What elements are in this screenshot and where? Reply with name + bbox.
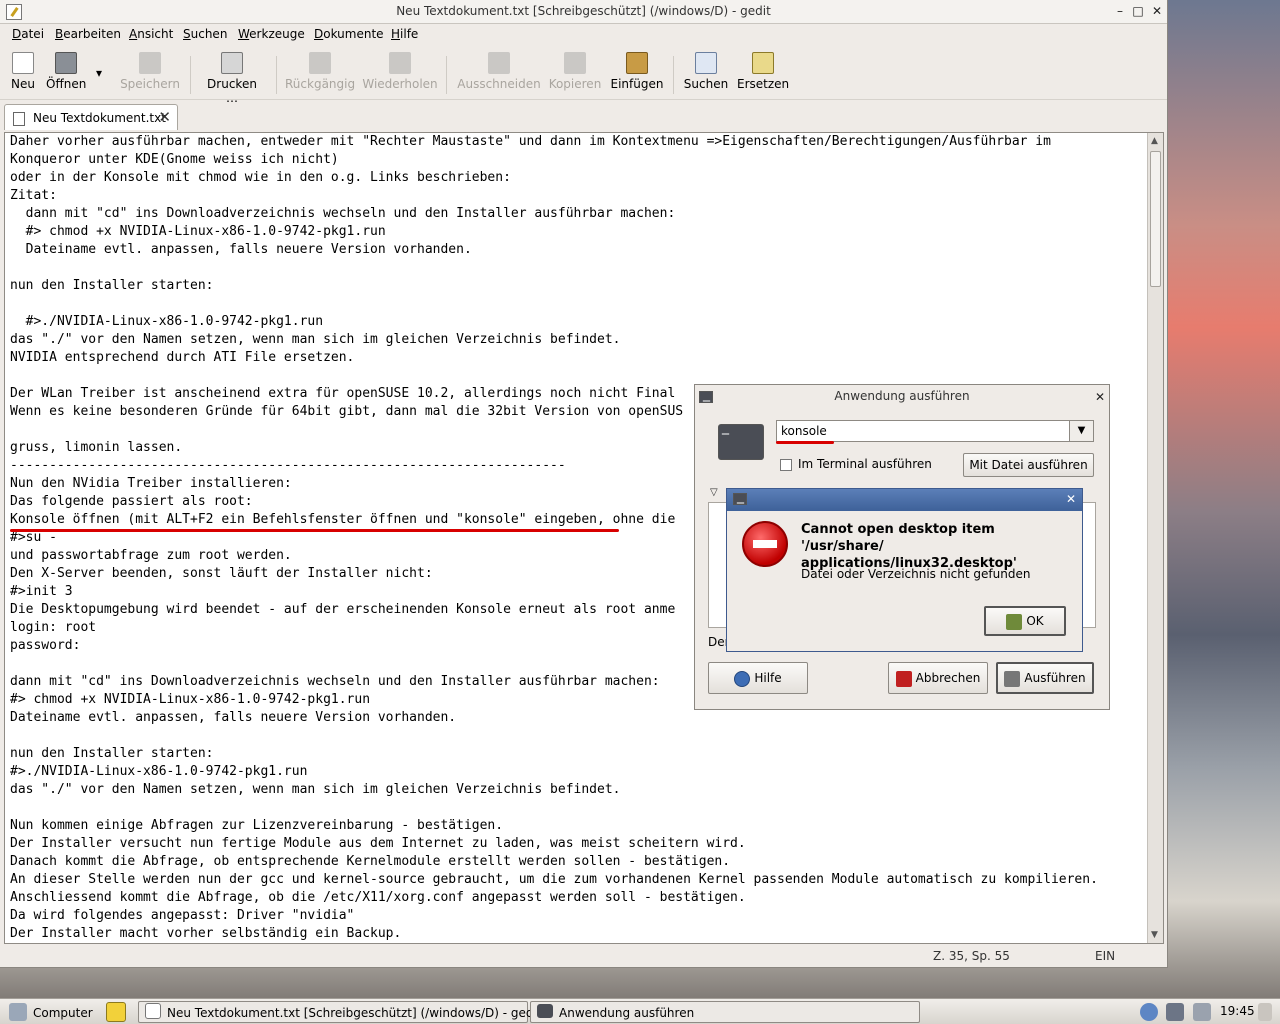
terminal-monitor-icon xyxy=(718,419,764,460)
tab-close-icon[interactable]: ✕ xyxy=(158,108,171,126)
notes-launcher-icon[interactable] xyxy=(106,1002,126,1022)
error-dialog-close-icon[interactable]: ✕ xyxy=(1064,492,1078,506)
redo-icon xyxy=(389,52,411,74)
show-desktop-icon[interactable] xyxy=(1258,1003,1272,1021)
gedit-task-icon xyxy=(145,1003,161,1019)
toolbar-separator xyxy=(190,56,191,94)
cursor-position: Z. 35, Sp. 55 xyxy=(933,949,1010,963)
menu-ansicht[interactable]: Ansicht xyxy=(129,27,173,41)
run-gears-icon xyxy=(1004,670,1021,687)
cancel-x-icon xyxy=(895,670,912,687)
copy-button[interactable]: Kopieren xyxy=(548,52,602,91)
menu-bar: Datei Bearbeiten Ansicht Suchen Werkzeug… xyxy=(0,24,1167,46)
vertical-scrollbar[interactable]: ▲ ▼ xyxy=(1147,133,1163,943)
red-underline-annotation xyxy=(776,441,834,444)
print-button[interactable]: Drucken … xyxy=(200,52,264,105)
taskbar: Computer Neu Textdokument.txt [Schreibge… xyxy=(0,998,1280,1024)
error-dialog-titlebar[interactable]: ✕ xyxy=(727,488,1082,511)
find-replace-icon xyxy=(752,52,774,74)
combo-dropdown-icon[interactable]: ▼ xyxy=(1069,421,1093,441)
menu-hilfe[interactable]: Hilfe xyxy=(391,27,418,41)
search-icon xyxy=(695,52,717,74)
toolbar-separator xyxy=(673,56,674,94)
scroll-down-icon[interactable]: ▼ xyxy=(1151,930,1158,940)
insert-mode: EIN xyxy=(1095,949,1116,963)
ok-button[interactable]: OK xyxy=(984,606,1066,636)
terminal-checkbox[interactable] xyxy=(780,459,792,471)
toolbar-separator xyxy=(446,56,447,94)
tab-document[interactable]: Neu Textdokument.txt ✕ xyxy=(4,104,178,130)
network-globe-icon[interactable] xyxy=(1140,1003,1158,1021)
terminal-checkbox-label[interactable]: Im Terminal ausführen xyxy=(798,457,932,471)
title-bar[interactable]: Neu Textdokument.txt [Schreibgeschützt] … xyxy=(0,0,1167,24)
scrollbar-thumb[interactable] xyxy=(1150,151,1161,287)
toolbar-separator xyxy=(276,56,277,94)
taskbar-item-gedit[interactable]: Neu Textdokument.txt [Schreibgeschützt] … xyxy=(138,1001,542,1023)
error-heading: Cannot open desktop item '/usr/share/ ap… xyxy=(801,522,1017,571)
printer-icon xyxy=(221,52,243,74)
open-recent-dropdown-icon[interactable]: ▾ xyxy=(96,66,102,80)
network-status-icon[interactable] xyxy=(1166,1003,1184,1021)
cut-button[interactable]: Ausschneiden xyxy=(457,52,541,91)
folder-open-icon xyxy=(55,52,77,74)
run-button[interactable]: Ausführen xyxy=(996,662,1094,694)
command-input[interactable]: konsole xyxy=(781,424,827,438)
status-bar: Z. 35, Sp. 55 EIN xyxy=(0,946,1167,966)
replace-button[interactable]: Ersetzen xyxy=(737,52,789,91)
redo-button[interactable]: Wiederholen xyxy=(362,52,438,91)
undo-icon xyxy=(309,52,331,74)
command-combobox[interactable]: konsole ▼ xyxy=(776,420,1094,442)
minimize-icon[interactable]: – xyxy=(1113,4,1127,18)
clock[interactable]: 19:45 xyxy=(1220,1004,1255,1018)
undo-button[interactable]: Rückgängig xyxy=(285,52,355,91)
error-message: Datei oder Verzeichnis nicht gefunden xyxy=(801,567,1031,581)
expander-arrow-icon[interactable]: ▽ xyxy=(710,487,718,498)
run-dialog-close-icon[interactable]: ✕ xyxy=(1093,390,1107,404)
scroll-up-icon[interactable]: ▲ xyxy=(1151,136,1158,146)
copy-icon xyxy=(564,52,586,74)
help-button[interactable]: Hilfe xyxy=(708,662,808,694)
menu-datei[interactable]: Datei xyxy=(12,27,44,41)
scissors-icon xyxy=(488,52,510,74)
menu-bearbeiten[interactable]: Bearbeiten xyxy=(55,27,121,41)
run-dialog-title: Anwendung ausführen xyxy=(834,389,970,403)
menu-werkzeuge[interactable]: Werkzeuge xyxy=(238,27,305,41)
save-icon xyxy=(139,52,161,74)
red-underline-annotation xyxy=(10,529,619,532)
computer-icon xyxy=(9,1003,27,1021)
run-with-file-button[interactable]: Mit Datei ausführen … xyxy=(963,453,1094,494)
tab-label: Neu Textdokument.txt xyxy=(33,111,166,125)
save-button[interactable]: Speichern xyxy=(120,52,180,91)
open-button[interactable]: Öffnen xyxy=(46,52,86,91)
clipboard-icon xyxy=(626,52,648,74)
find-button[interactable]: Suchen xyxy=(683,52,729,91)
toolbar: Neu Öffnen ▾ Speichern Drucken … Rückgän… xyxy=(0,48,1167,105)
new-button[interactable]: Neu xyxy=(8,52,38,91)
menu-suchen[interactable]: Suchen xyxy=(183,27,227,41)
error-dialog-monitor-icon xyxy=(733,488,747,505)
close-icon[interactable]: ✕ xyxy=(1150,4,1164,18)
maximize-icon[interactable]: □ xyxy=(1131,4,1145,18)
window-title: Neu Textdokument.txt [Schreibgeschützt] … xyxy=(396,4,771,18)
help-icon xyxy=(734,670,751,687)
run-task-icon xyxy=(537,1004,553,1018)
error-stop-icon xyxy=(742,521,788,567)
cancel-button[interactable]: Abbrechen xyxy=(888,662,988,694)
taskbar-item-run-dialog[interactable]: Anwendung ausführen xyxy=(530,1001,920,1023)
menu-dokumente[interactable]: Dokumente xyxy=(314,27,384,41)
volume-icon[interactable] xyxy=(1193,1003,1211,1021)
new-document-icon xyxy=(12,52,34,74)
paste-button[interactable]: Einfügen xyxy=(610,52,664,91)
text-document-icon xyxy=(13,112,25,126)
computer-menu-button[interactable]: Computer xyxy=(4,1001,100,1023)
ok-check-icon xyxy=(1006,613,1023,630)
document-tab-bar: Neu Textdokument.txt ✕ xyxy=(0,102,1167,130)
